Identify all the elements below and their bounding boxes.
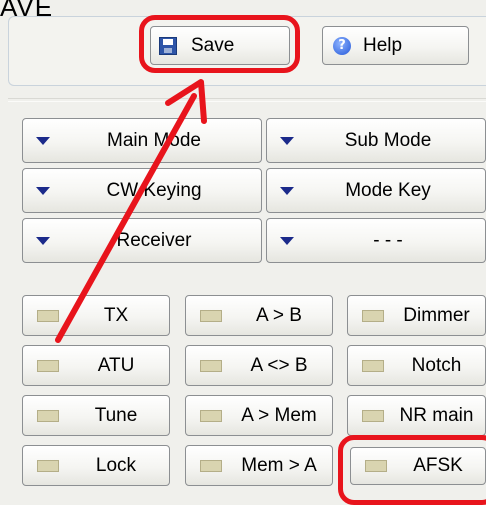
- annotation-arrow: [55, 79, 207, 343]
